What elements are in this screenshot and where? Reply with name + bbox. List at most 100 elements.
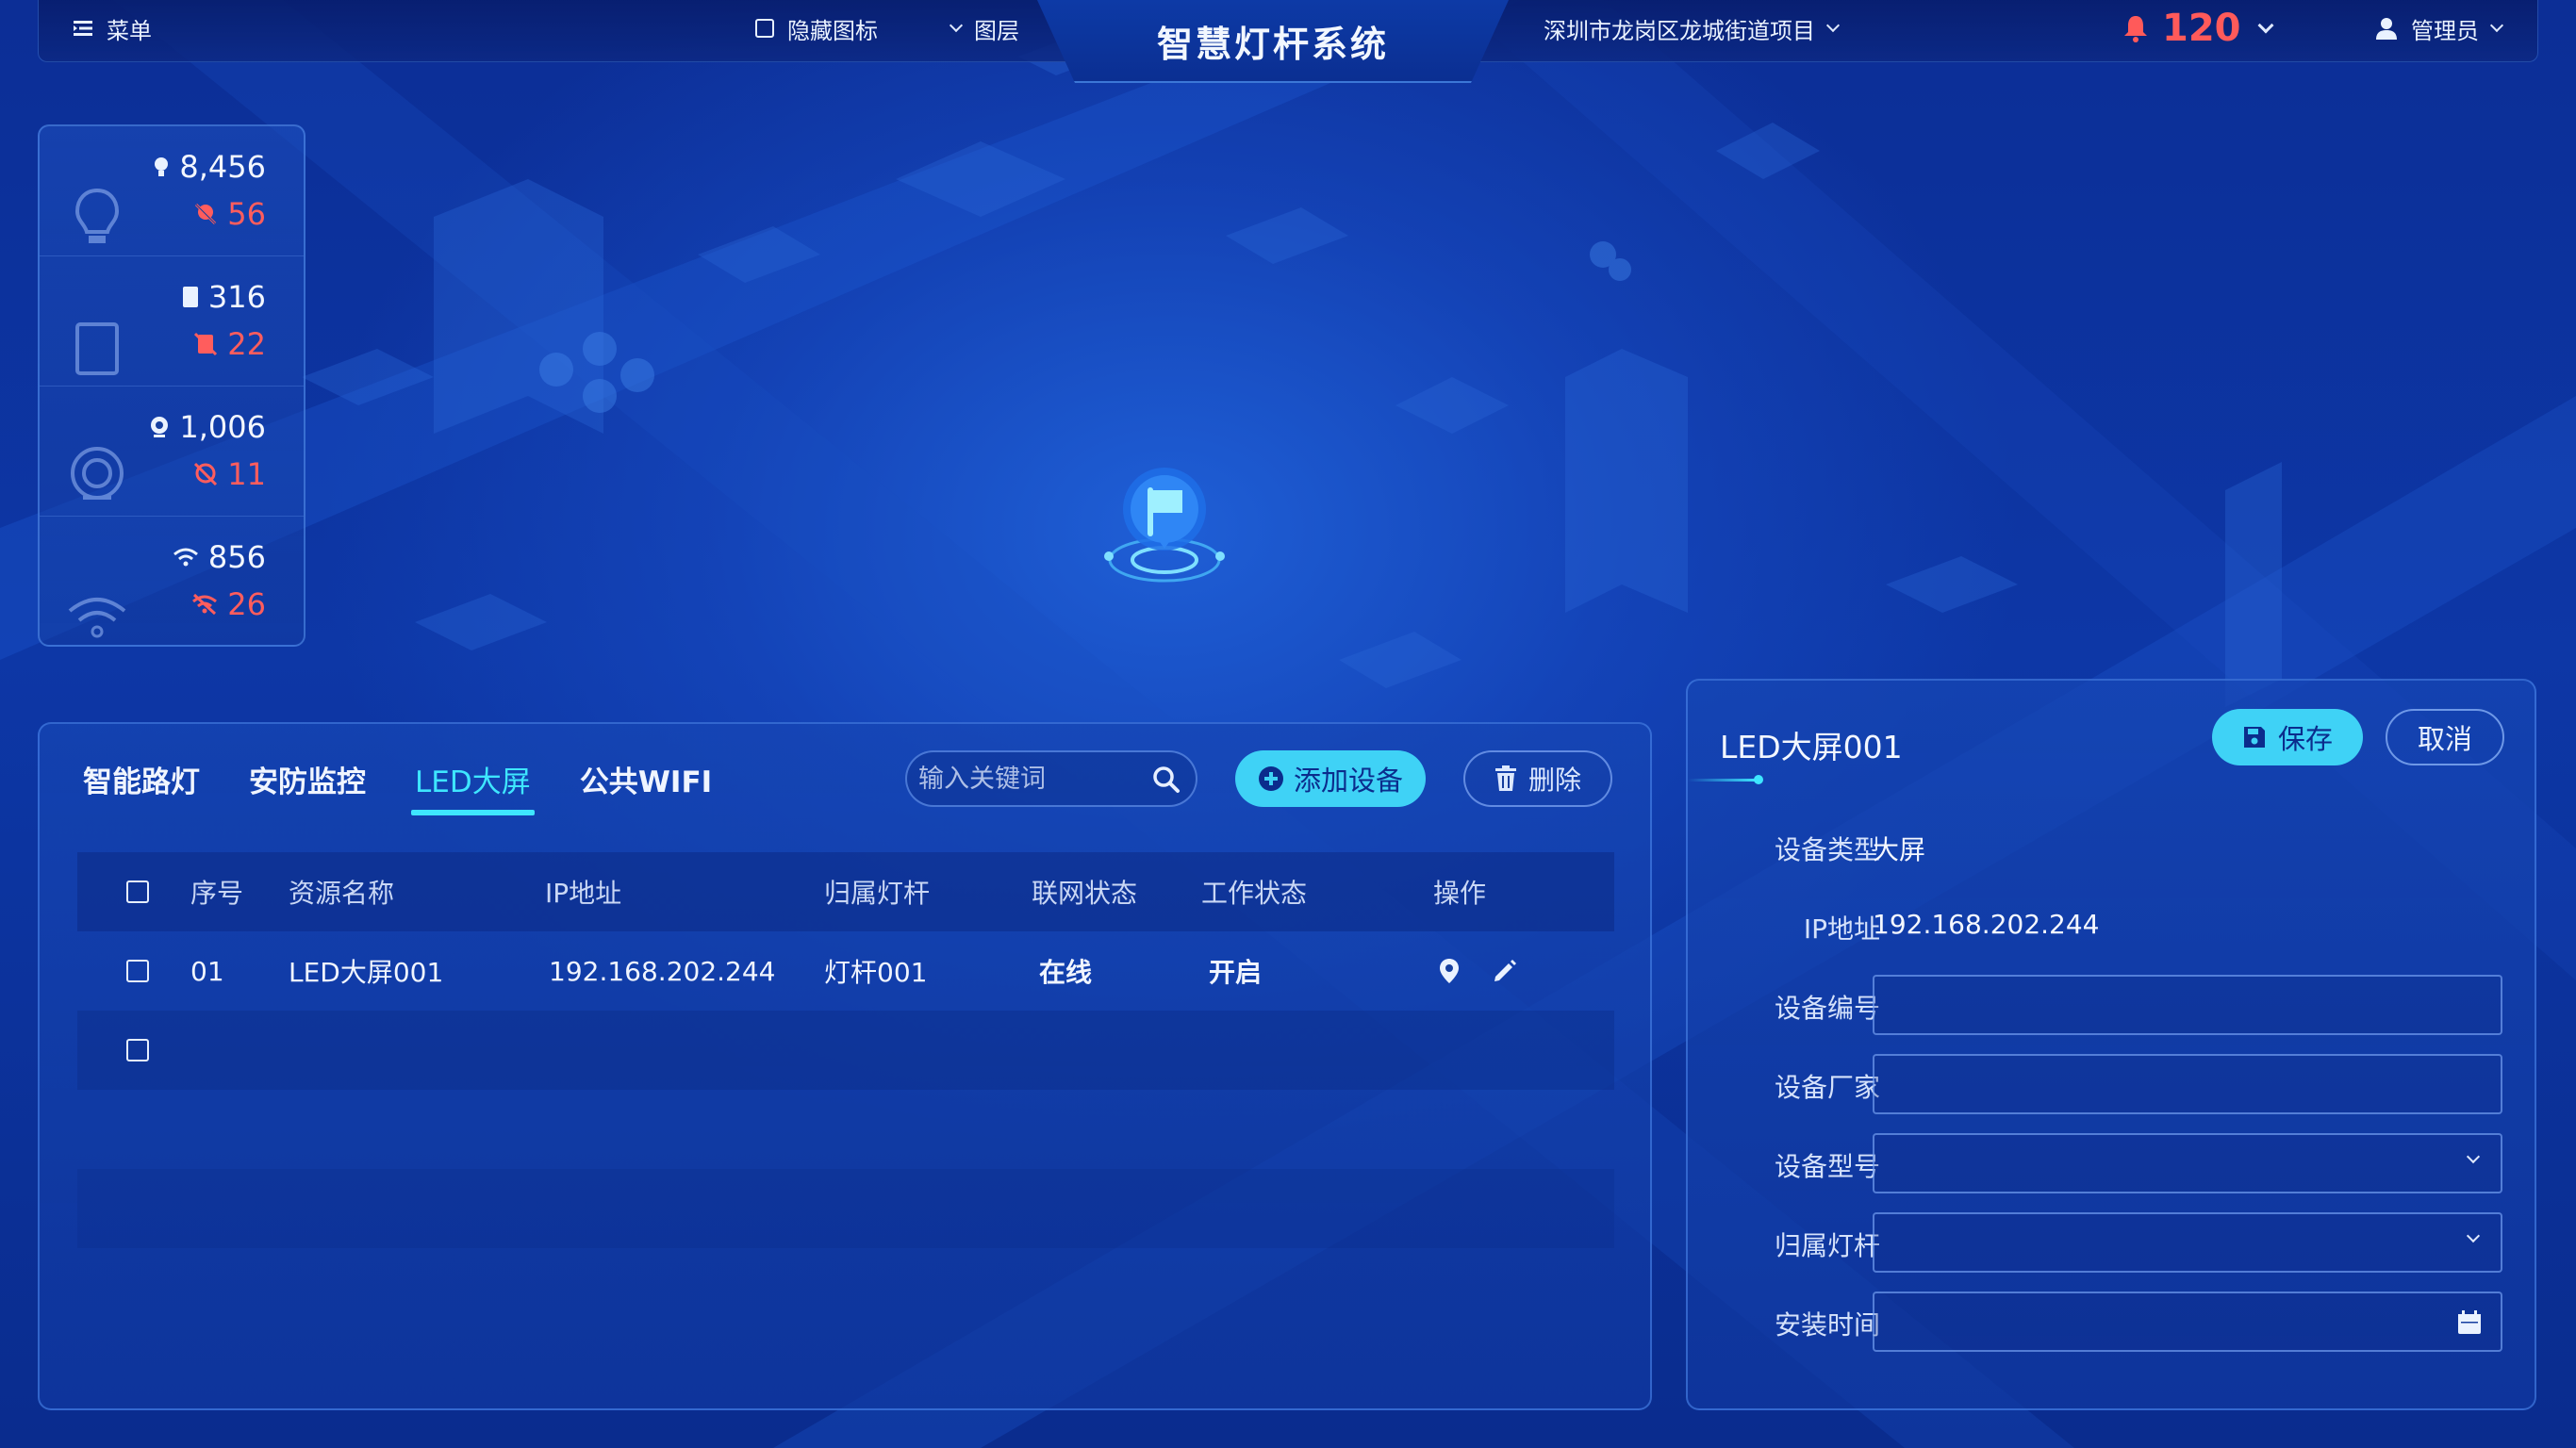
add-device-label: 添加设备 [1293,765,1403,797]
layers-label: 图层 [974,17,1019,44]
model-label: 设备型号 [1774,1151,1880,1182]
alarm-button[interactable]: 120 [2122,0,2273,57]
camera-off-icon [194,462,218,486]
pole-select[interactable] [1873,1212,2502,1273]
stat-total: 1,006 [179,409,266,445]
edit-action[interactable] [1492,931,1518,1011]
page-title: 智慧灯杆系统 [1156,23,1389,65]
user-icon [2376,18,2397,40]
install-time-label: 安装时间 [1774,1309,1880,1341]
stat-total: 316 [207,279,266,315]
row-checkbox[interactable] [126,960,149,982]
search-icon[interactable] [1152,765,1181,794]
user-name: 管理员 [2411,17,2479,44]
col-index: 序号 [190,878,244,909]
table-row[interactable]: 01 LED大屏001 192.168.202.244 灯杆001 在线 开启 [77,931,1614,1011]
device-code-input[interactable] [1873,975,2502,1035]
table-header: 序号 资源名称 IP地址 归属灯杆 联网状态 工作状态 操作 [77,852,1614,931]
tab-public-wifi[interactable]: 公共WIFI [580,758,712,815]
cancel-button[interactable]: 取消 [2386,709,2504,765]
project-selector[interactable]: 深圳市龙岗区龙城街道项目 [1544,0,1841,57]
chevron-down-icon [1825,18,1841,33]
save-label: 保存 [2277,723,2333,755]
wifi-icon [68,598,126,638]
select-all-checkbox[interactable] [126,880,149,903]
hide-icons-toggle[interactable]: 隐藏图标 [755,0,878,57]
chevron-down-icon [2466,1228,2481,1243]
row-work-status: 开启 [1209,957,1263,988]
col-work: 工作状态 [1201,878,1308,909]
calendar-icon[interactable] [2457,1310,2482,1335]
stat-fault: 26 [227,586,266,622]
title-underline-dot [1754,775,1763,784]
chevron-down-icon [2257,17,2273,34]
add-device-button[interactable]: 添加设备 [1235,750,1426,807]
ip-label: IP地址 [1803,913,1880,945]
vendor-input[interactable] [1873,1054,2502,1114]
map-location-marker[interactable] [1094,466,1235,588]
layers-dropdown[interactable]: 图层 [949,0,1019,57]
table-row-empty [77,1169,1614,1248]
stat-wifi[interactable]: 856 26 [40,517,304,647]
map-pin-icon [1440,959,1459,983]
stat-total: 856 [207,539,266,575]
delete-button[interactable]: 删除 [1463,750,1612,807]
search-box [905,750,1197,807]
trash-icon [1494,765,1516,791]
row-index: 01 [190,955,224,987]
bulb-off-icon [195,203,217,225]
save-icon [2243,727,2265,748]
type-value: 大屏 [1873,834,1926,865]
save-button[interactable]: 保存 [2212,709,2363,765]
row-pole: 灯杆001 [824,957,928,988]
tab-led-screen[interactable]: LED大屏 [411,758,535,815]
camera-icon [71,447,124,500]
col-actions: 操作 [1433,878,1487,909]
row-ip: 192.168.202.244 [549,955,776,987]
streetlight-icon [74,188,120,243]
menu-label: 菜单 [107,17,152,44]
stat-fault: 11 [227,456,266,492]
stat-total: 8,456 [179,149,266,185]
row-checkbox[interactable] [126,1039,149,1061]
col-network: 联网状态 [1032,878,1138,909]
system-title-plate: 智慧灯杆系统 [1037,0,1509,83]
plus-circle-icon [1258,766,1283,791]
vendor-label: 设备厂家 [1774,1072,1880,1103]
hide-icons-label: 隐藏图标 [787,17,878,44]
table-row-empty[interactable] [77,1011,1614,1090]
device-list-panel: 智能路灯 安防监控 LED大屏 公共WIFI 添加设备 删除 序号 资源名称 I… [38,722,1652,1410]
pole-label: 归属灯杆 [1774,1230,1880,1261]
screen-off-icon [194,332,218,356]
bulb-icon [155,157,169,176]
stat-streetlight[interactable]: 8,456 56 [40,126,304,256]
wifi-off-icon [192,593,218,616]
code-label: 设备编号 [1774,993,1880,1024]
type-label: 设备类型 [1774,834,1880,865]
hide-icons-checkbox[interactable] [755,19,774,38]
tab-surveillance[interactable]: 安防监控 [249,758,366,815]
col-name: 资源名称 [289,878,395,909]
search-input[interactable] [918,752,1145,805]
install-time-picker[interactable] [1873,1292,2502,1352]
alarm-count: 120 [2162,7,2241,50]
led-screen-icon [75,322,119,375]
project-name: 深圳市龙岗区龙城街道项目 [1544,17,1815,44]
device-stats-panel: 8,456 56 316 22 1,006 11 856 26 [38,124,305,647]
model-select[interactable] [1873,1133,2502,1193]
user-menu[interactable]: 管理员 [2375,0,2504,57]
chevron-down-icon [949,18,964,33]
stat-fault: 56 [227,196,266,232]
col-pole: 归属灯杆 [824,878,931,909]
delete-label: 删除 [1527,765,1581,796]
tab-streetlight[interactable]: 智能路灯 [83,758,200,815]
device-tabs: 智能路灯 安防监控 LED大屏 公共WIFI [83,758,712,815]
row-network-status: 在线 [1039,957,1093,988]
menu-button[interactable]: 菜单 [73,0,152,57]
stat-led-screen[interactable]: 316 22 [40,256,304,387]
bell-icon [2124,16,2147,42]
locate-action[interactable] [1439,931,1460,1011]
screen-icon [182,287,198,307]
pencil-icon [1494,960,1516,981]
stat-camera[interactable]: 1,006 11 [40,387,304,517]
